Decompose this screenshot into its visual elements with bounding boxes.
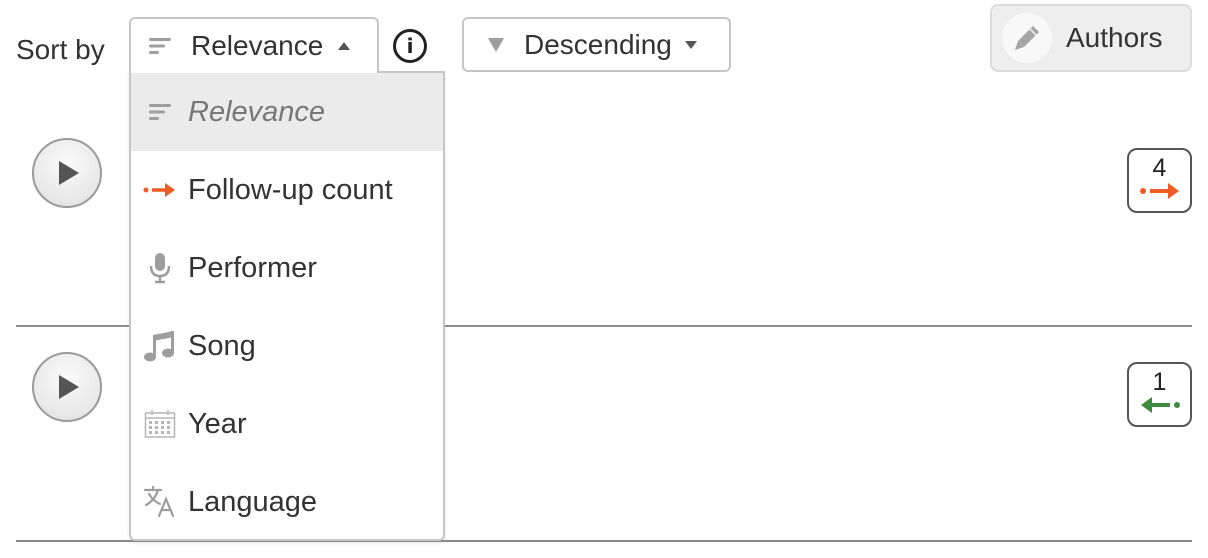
- translate-icon: [143, 485, 175, 518]
- sort-option-label: Language: [188, 485, 318, 518]
- triangle-down-icon: [488, 37, 504, 52]
- sort-option-song[interactable]: Song: [131, 307, 443, 385]
- sort-info-button[interactable]: i: [393, 29, 427, 63]
- sort-direction-value: Descending: [524, 28, 672, 60]
- caret-down-icon: [684, 40, 697, 49]
- follow-up-arrow-icon: [143, 183, 175, 197]
- sort-option-label: Follow-up count: [188, 173, 393, 206]
- sort-direction-select[interactable]: Descending: [462, 17, 731, 72]
- reply-arrow-icon: [1140, 397, 1180, 413]
- sort-lines-icon: [149, 38, 171, 54]
- sort-by-label: Sort by: [16, 34, 105, 65]
- follow-up-arrow-icon: [1139, 183, 1179, 199]
- sort-option-label: Year: [188, 407, 247, 440]
- play-button[interactable]: [32, 352, 102, 422]
- sort-lines-icon: [149, 104, 171, 120]
- play-button[interactable]: [32, 138, 102, 208]
- sort-option-label: Relevance: [188, 95, 326, 128]
- caret-up-icon: [338, 42, 351, 50]
- pencil-icon: [1015, 26, 1039, 50]
- sort-option-language[interactable]: Language: [131, 463, 443, 541]
- reply-count-badge[interactable]: 1: [1127, 362, 1192, 427]
- authors-button-label: Authors: [1066, 22, 1163, 53]
- sort-option-label: Performer: [188, 251, 317, 284]
- follow-up-count-badge[interactable]: 4: [1127, 148, 1192, 213]
- info-icon: i: [406, 34, 414, 58]
- reply-count: 1: [1152, 368, 1167, 396]
- sort-option-label: Song: [188, 329, 256, 362]
- follow-up-count: 4: [1152, 154, 1167, 182]
- sort-option-follow-up-count[interactable]: Follow-up count: [131, 151, 443, 229]
- music-note-icon: [144, 331, 174, 362]
- sort-select[interactable]: Relevance: [129, 17, 379, 73]
- sort-options-dropdown: Relevance Follow-up count Performer Song…: [129, 71, 445, 541]
- sort-option-performer[interactable]: Performer: [131, 229, 443, 307]
- sort-select-value: Relevance: [191, 30, 324, 61]
- microphone-icon: [149, 253, 171, 284]
- sort-option-year[interactable]: Year: [131, 385, 443, 463]
- sort-option-relevance[interactable]: Relevance: [131, 73, 443, 151]
- authors-button[interactable]: Authors: [990, 4, 1192, 72]
- calendar-icon: [144, 410, 176, 438]
- play-icon: [59, 375, 79, 399]
- play-icon: [59, 161, 79, 185]
